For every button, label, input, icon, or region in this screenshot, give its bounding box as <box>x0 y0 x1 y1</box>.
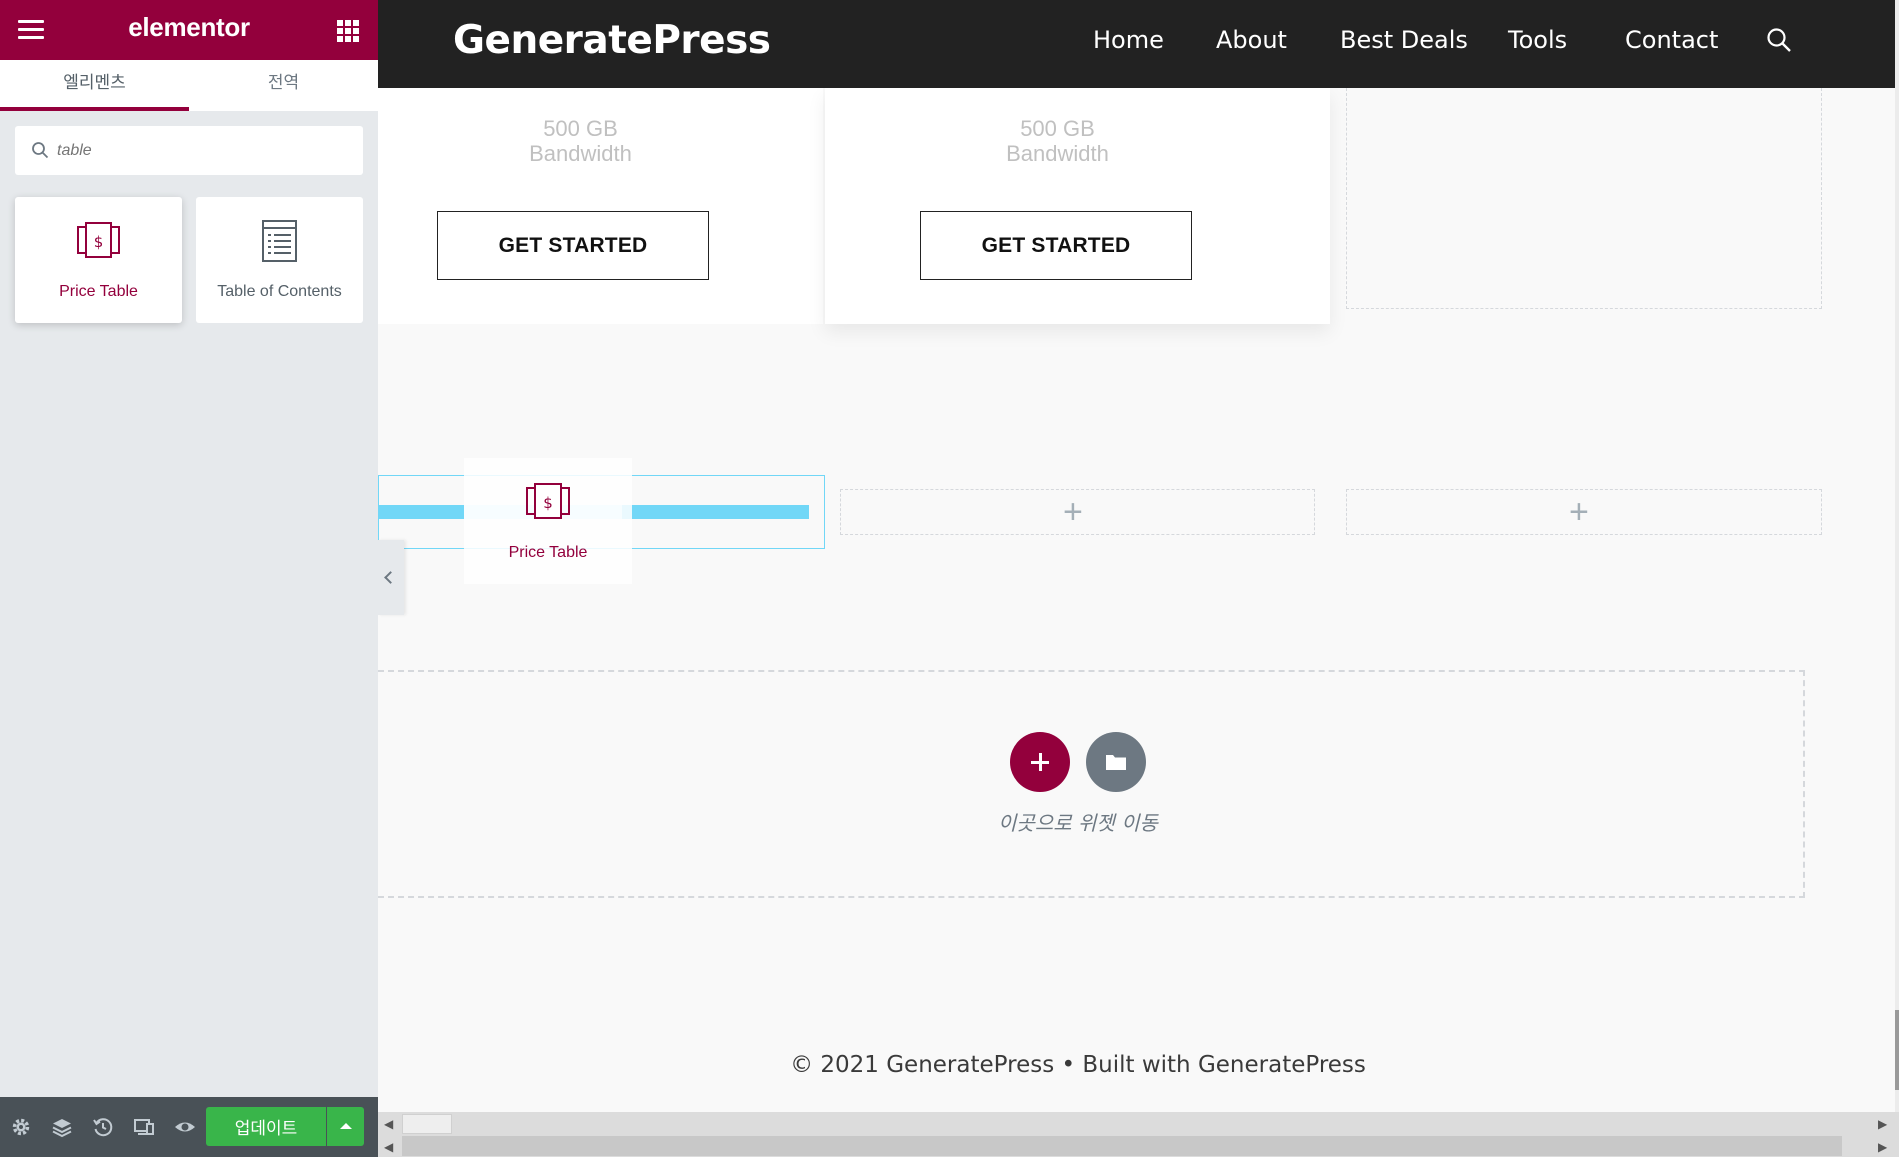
tab-elements[interactable]: 엘리멘츠 <box>0 60 189 111</box>
add-template-button[interactable] <box>1086 732 1146 792</box>
panel-header: elementor <box>0 0 378 60</box>
bandwidth-label: Bandwidth <box>529 141 632 166</box>
price-table-icon: $ <box>526 483 570 519</box>
widget-label: Price Table <box>508 544 588 561</box>
scroll-track[interactable] <box>402 1136 1842 1156</box>
svg-text:$: $ <box>543 494 553 512</box>
gear-icon[interactable] <box>9 1115 33 1139</box>
widget-price-table[interactable]: $ Price Table <box>15 197 182 323</box>
search-icon[interactable] <box>1766 27 1792 53</box>
drop-indicator <box>622 505 809 519</box>
empty-column[interactable]: + <box>1346 489 1822 535</box>
bandwidth-value: 500 GB <box>543 116 618 141</box>
dragged-price-table-widget[interactable]: $ Price Table <box>464 458 632 584</box>
scroll-thumb[interactable] <box>1895 1010 1899 1090</box>
add-section-area <box>378 670 1805 898</box>
drop-indicator <box>378 505 464 519</box>
table-of-contents-icon <box>262 220 297 262</box>
site-title[interactable]: GeneratePress <box>453 18 771 63</box>
preview-canvas: 500 GB Bandwidth GET STARTED 500 GB Band… <box>378 0 1899 1157</box>
widget-label: Table of Contents <box>217 283 342 300</box>
get-started-button[interactable]: GET STARTED <box>437 211 709 280</box>
horizontal-scrollbar[interactable]: ◀ ◀ ▶ ▶ <box>378 1112 1899 1157</box>
add-widget-plus-icon[interactable]: + <box>1569 495 1589 529</box>
nav-home[interactable]: Home <box>1093 26 1164 54</box>
nav-tools[interactable]: Tools <box>1508 26 1567 54</box>
scroll-right-icon[interactable]: ▶ <box>1878 1117 1887 1131</box>
folder-icon <box>1106 755 1126 770</box>
update-options-chevron-icon[interactable] <box>327 1107 364 1146</box>
collapse-panel-chevron-icon[interactable] <box>378 540 404 615</box>
nav-about[interactable]: About <box>1216 26 1287 54</box>
layers-icon[interactable] <box>50 1115 74 1139</box>
elementor-logo: elementor <box>128 12 250 42</box>
add-widget-plus-icon[interactable]: + <box>1063 495 1083 529</box>
bandwidth-value: 500 GB <box>1020 116 1095 141</box>
site-header: GeneratePress Home About Best Deals Tool… <box>378 0 1895 88</box>
vertical-scrollbar[interactable] <box>1895 0 1899 1112</box>
elementor-panel: elementor 엘리멘츠 전역 $ Price Table <box>0 0 378 1157</box>
price-table-icon: $ <box>77 222 120 258</box>
scroll-right-icon[interactable]: ▶ <box>1878 1140 1887 1154</box>
nav-contact[interactable]: Contact <box>1625 26 1718 54</box>
panel-tabs: 엘리멘츠 전역 <box>0 60 378 111</box>
widget-table-of-contents[interactable]: Table of Contents <box>196 197 363 323</box>
pricing-card-2: 500 GB Bandwidth GET STARTED <box>825 88 1330 324</box>
widgets-grid-icon[interactable] <box>337 20 359 42</box>
empty-column[interactable]: + <box>840 489 1315 535</box>
add-section-button[interactable] <box>1010 732 1070 792</box>
site-footer-copyright: © 2021 GeneratePress • Built with Genera… <box>790 1052 1366 1078</box>
widget-label: Price Table <box>59 283 138 300</box>
history-icon[interactable] <box>91 1115 115 1139</box>
get-started-button[interactable]: GET STARTED <box>920 211 1192 280</box>
tab-global[interactable]: 전역 <box>189 60 378 111</box>
responsive-icon[interactable] <box>132 1115 156 1139</box>
scroll-left-icon[interactable]: ◀ <box>384 1117 393 1131</box>
scroll-thumb[interactable] <box>402 1114 452 1134</box>
drag-widget-hint: 이곳으로 위젯 이동 <box>998 811 1158 835</box>
update-button[interactable]: 업데이트 <box>206 1107 326 1146</box>
svg-text:$: $ <box>94 233 104 251</box>
scroll-left-icon[interactable]: ◀ <box>384 1140 393 1154</box>
bandwidth-label: Bandwidth <box>1006 141 1109 166</box>
pricing-card-1: 500 GB Bandwidth GET STARTED <box>378 88 823 324</box>
eye-icon[interactable] <box>173 1115 197 1139</box>
nav-best-deals[interactable]: Best Deals <box>1340 26 1468 54</box>
widget-search <box>15 126 363 175</box>
empty-column[interactable] <box>1346 88 1822 309</box>
search-input[interactable] <box>57 126 357 175</box>
search-icon <box>32 142 49 159</box>
